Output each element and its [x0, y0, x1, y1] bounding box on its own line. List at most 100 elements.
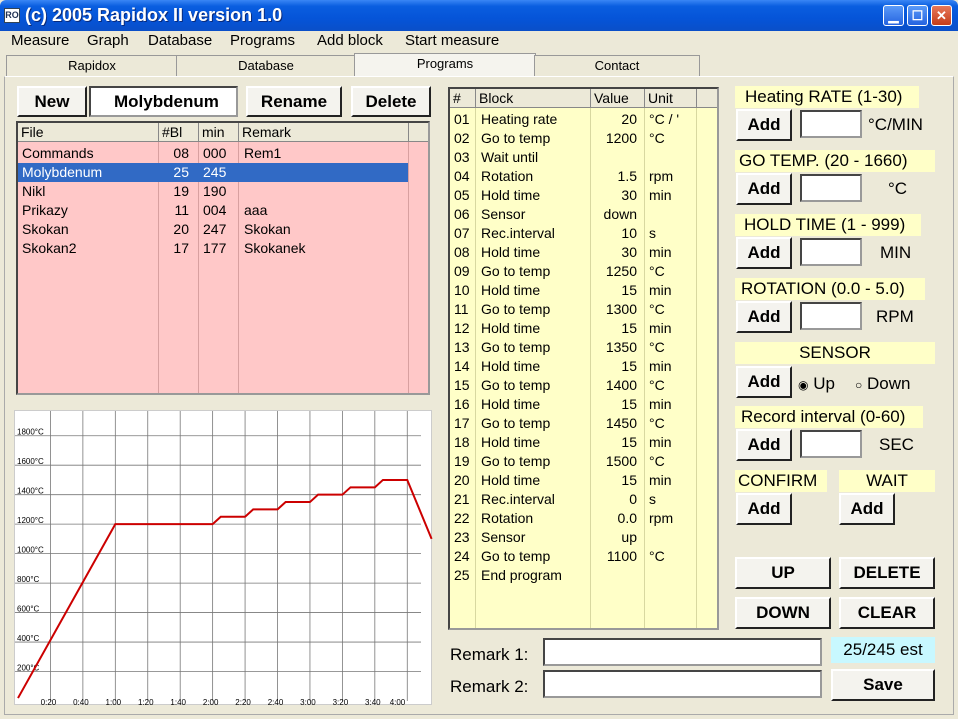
tab-database[interactable]: Database: [176, 55, 356, 77]
chart-series-line: [17, 478, 433, 699]
new-button[interactable]: New: [17, 86, 87, 117]
header-number[interactable]: #: [450, 89, 476, 108]
program-cell-block: Go to temp: [481, 548, 551, 564]
header-block[interactable]: Block: [476, 89, 591, 108]
menu-programs[interactable]: Programs: [230, 32, 295, 49]
program-row[interactable]: 18 Hold time 15 min: [450, 433, 696, 452]
add-rotation-button[interactable]: Add: [736, 301, 792, 333]
program-row[interactable]: 16 Hold time 15 min: [450, 395, 696, 414]
header-blocks[interactable]: #Bl: [159, 123, 199, 142]
file-cell-min: 000: [203, 145, 227, 161]
sensor-label: SENSOR: [735, 342, 935, 364]
record-interval-input[interactable]: [800, 430, 862, 458]
file-row[interactable]: Nikl 19 190: [18, 182, 408, 201]
add-wait-button[interactable]: Add: [839, 493, 895, 525]
add-hold-time-button[interactable]: Add: [736, 237, 792, 269]
delete-file-button[interactable]: Delete: [351, 86, 431, 117]
program-row[interactable]: 13 Go to temp 1350 °C: [450, 338, 696, 357]
rotation-input[interactable]: [800, 302, 862, 330]
delete-block-button[interactable]: DELETE: [839, 557, 935, 589]
menu-add-block[interactable]: Add block: [317, 32, 383, 49]
program-row[interactable]: 03 Wait until: [450, 148, 696, 167]
program-cell-block: Go to temp: [481, 130, 551, 146]
remark1-input[interactable]: [543, 638, 822, 666]
menu-measure[interactable]: Measure: [11, 32, 69, 49]
menu-database[interactable]: Database: [148, 32, 212, 49]
tab-rapidox[interactable]: Rapidox: [6, 55, 178, 77]
header-unit[interactable]: Unit: [645, 89, 697, 108]
menu-start-measure[interactable]: Start measure: [405, 32, 499, 49]
program-name-input[interactable]: Molybdenum: [89, 86, 238, 117]
file-row[interactable]: Molybdenum 25 245: [18, 163, 408, 182]
add-go-temp-button[interactable]: Add: [736, 173, 792, 205]
header-value[interactable]: Value: [591, 89, 645, 108]
program-row[interactable]: 02 Go to temp 1200 °C: [450, 129, 696, 148]
hold-time-input[interactable]: [800, 238, 862, 266]
title-bar[interactable]: RO (c) 2005 Rapidox II version 1.0 ▁ ☐ ✕: [0, 0, 958, 31]
minimize-icon: ▁: [888, 8, 899, 23]
program-row[interactable]: 11 Go to temp 1300 °C: [450, 300, 696, 319]
tab-programs[interactable]: Programs: [354, 53, 536, 77]
tab-contact[interactable]: Contact: [534, 55, 700, 77]
program-row[interactable]: 22 Rotation 0.0 rpm: [450, 509, 696, 528]
file-row[interactable]: Skokan2 17 177 Skokanek: [18, 239, 408, 258]
program-row[interactable]: 15 Go to temp 1400 °C: [450, 376, 696, 395]
radio-checked-icon: ◉: [798, 378, 809, 392]
program-row[interactable]: 09 Go to temp 1250 °C: [450, 262, 696, 281]
header-file[interactable]: File: [18, 123, 159, 142]
program-row[interactable]: 01 Heating rate 20 °C / ': [450, 110, 696, 129]
program-row[interactable]: 14 Hold time 15 min: [450, 357, 696, 376]
program-row[interactable]: 10 Hold time 15 min: [450, 281, 696, 300]
program-cell-unit: min: [649, 187, 672, 203]
minimize-button[interactable]: ▁: [883, 5, 904, 26]
program-cell-num: 11: [454, 301, 469, 317]
program-row[interactable]: 20 Hold time 15 min: [450, 471, 696, 490]
file-row[interactable]: Commands 08 000 Rem1: [18, 144, 408, 163]
program-cell-num: 03: [454, 149, 470, 165]
program-row[interactable]: 08 Hold time 30 min: [450, 243, 696, 262]
header-remark[interactable]: Remark: [239, 123, 409, 142]
program-cell-value: 1500: [605, 453, 637, 469]
chart-y-tick: 1000°C: [17, 546, 44, 555]
remark2-input[interactable]: [543, 670, 822, 698]
program-cell-num: 04: [454, 168, 470, 184]
menu-graph[interactable]: Graph: [87, 32, 129, 49]
program-row[interactable]: 12 Hold time 15 min: [450, 319, 696, 338]
program-row[interactable]: 05 Hold time 30 min: [450, 186, 696, 205]
file-cell-remark: Skokanek: [244, 240, 306, 256]
add-confirm-button[interactable]: Add: [736, 493, 792, 525]
program-row[interactable]: 04 Rotation 1.5 rpm: [450, 167, 696, 186]
rotation-label: ROTATION (0.0 - 5.0): [735, 278, 925, 300]
sensor-up-radio[interactable]: ◉ Up: [798, 374, 835, 394]
close-button[interactable]: ✕: [931, 5, 952, 26]
program-row[interactable]: 24 Go to temp 1100 °C: [450, 547, 696, 566]
add-sensor-button[interactable]: Add: [736, 366, 792, 398]
sensor-down-radio[interactable]: ○ Down: [855, 374, 910, 394]
header-min[interactable]: min: [199, 123, 239, 142]
program-row[interactable]: 17 Go to temp 1450 °C: [450, 414, 696, 433]
save-button[interactable]: Save: [831, 669, 935, 701]
go-temp-input[interactable]: [800, 174, 862, 202]
program-cell-num: 22: [454, 510, 470, 526]
temperature-chart: 0:20 0:40 1:00 1:20 1:40 2:00 2:20 2:40 3:00 3:20…: [14, 410, 433, 707]
move-down-button[interactable]: DOWN: [735, 597, 831, 629]
program-row[interactable]: 21 Rec.interval 0 s: [450, 490, 696, 509]
add-heating-button[interactable]: Add: [736, 109, 792, 141]
add-record-interval-button[interactable]: Add: [736, 429, 792, 461]
move-up-button[interactable]: UP: [735, 557, 831, 589]
clear-button[interactable]: CLEAR: [839, 597, 935, 629]
program-row[interactable]: 25 End program: [450, 566, 696, 585]
heating-rate-input[interactable]: [800, 110, 862, 138]
program-row[interactable]: 07 Rec.interval 10 s: [450, 224, 696, 243]
maximize-button[interactable]: ☐: [907, 5, 928, 26]
program-cell-block: Rotation: [481, 510, 534, 526]
program-row[interactable]: 06 Sensor down: [450, 205, 696, 224]
file-cell-bl: 17: [173, 240, 189, 256]
wait-label: WAIT: [839, 470, 935, 492]
file-cell-bl: 20: [173, 221, 189, 237]
file-row[interactable]: Skokan 20 247 Skokan: [18, 220, 408, 239]
program-row[interactable]: 23 Sensor up: [450, 528, 696, 547]
program-row[interactable]: 19 Go to temp 1500 °C: [450, 452, 696, 471]
file-row[interactable]: Prikazy 11 004 aaa: [18, 201, 408, 220]
rename-button[interactable]: Rename: [246, 86, 342, 117]
